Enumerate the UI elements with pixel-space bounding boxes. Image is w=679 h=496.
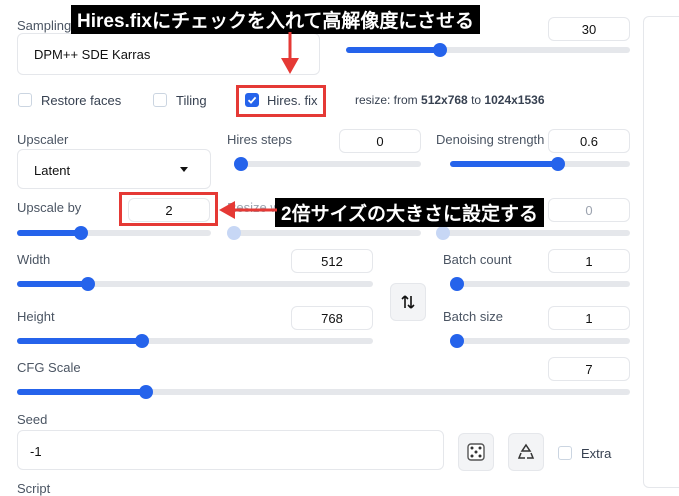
left-arrow-icon <box>219 201 277 219</box>
upscale-by-highlight-box <box>119 192 218 226</box>
resize-prefix: resize: from <box>355 93 422 107</box>
slider-handle[interactable] <box>74 226 89 240</box>
upscale-by-label: Upscale by <box>17 200 82 215</box>
slider-handle[interactable] <box>432 43 447 57</box>
extra-checkbox[interactable] <box>558 446 572 460</box>
tiling-label: Tiling <box>176 93 207 108</box>
sampling-method-value: DPM++ SDE Karras <box>34 47 151 62</box>
denoising-strength-input[interactable]: 0.6 <box>548 129 630 153</box>
sampling-steps-slider[interactable] <box>346 43 630 57</box>
hires-steps-input[interactable]: 0 <box>339 129 421 153</box>
resize-from: 512x768 <box>421 93 468 107</box>
slider-fill <box>346 47 440 53</box>
reuse-seed-button[interactable] <box>508 433 544 471</box>
swap-dimensions-button[interactable] <box>390 283 426 321</box>
slider-handle[interactable] <box>134 334 149 348</box>
height-slider[interactable] <box>17 334 373 348</box>
tiling-checkbox[interactable] <box>153 93 167 107</box>
swap-arrows-icon <box>401 295 415 309</box>
slider-handle[interactable] <box>227 226 241 240</box>
extra-label: Extra <box>581 446 612 461</box>
denoising-strength-slider[interactable] <box>450 157 630 171</box>
hires-steps-slider[interactable] <box>234 157 421 171</box>
cfg-scale-label: CFG Scale <box>17 360 81 375</box>
hires-fix-annotation: Hires.fixにチェックを入れて高解像度にさせる <box>71 5 481 34</box>
slider-fill <box>17 389 146 395</box>
slider-handle[interactable] <box>81 277 96 291</box>
restore-faces-label: Restore faces <box>41 93 122 108</box>
slider-handle[interactable] <box>436 226 450 240</box>
batch-count-label: Batch count <box>443 252 512 267</box>
seed-label: Seed <box>17 412 48 427</box>
dropdown-arrow-icon <box>180 167 188 172</box>
upscale-annotation: 2倍サイズの大きさに設定する <box>275 198 544 227</box>
slider-handle[interactable] <box>138 385 153 399</box>
denoising-strength-label: Denoising strength <box>436 132 545 147</box>
recycle-icon <box>517 443 535 459</box>
sampling-method-select[interactable]: DPM++ SDE Karras <box>17 33 320 75</box>
batch-size-input[interactable]: 1 <box>548 306 630 330</box>
cfg-scale-slider[interactable] <box>17 385 630 399</box>
restore-faces-checkbox[interactable] <box>18 93 32 107</box>
upscaler-select[interactable]: Latent <box>17 149 211 189</box>
sampling-label: Sampling <box>17 18 72 33</box>
slider-handle[interactable] <box>450 334 464 348</box>
batch-size-slider[interactable] <box>450 334 630 348</box>
down-arrow-icon <box>281 32 299 74</box>
slider-handle[interactable] <box>234 157 248 171</box>
width-label: Width <box>17 252 51 267</box>
hires-fix-highlight-box <box>236 85 326 117</box>
cfg-scale-input[interactable]: 7 <box>548 357 630 381</box>
output-panel <box>643 16 679 488</box>
sampling-steps-input[interactable]: 30 <box>548 17 630 41</box>
resize-mid: to <box>467 93 485 107</box>
upscaler-label: Upscaler <box>17 132 69 147</box>
batch-size-label: Batch size <box>443 309 503 324</box>
batch-count-slider[interactable] <box>450 277 630 291</box>
slider-handle[interactable] <box>450 277 464 291</box>
resize-info: resize: from 512x768 to 1024x1536 <box>355 93 545 107</box>
slider-handle[interactable] <box>551 157 565 171</box>
slider-fill <box>17 281 89 287</box>
resize-height-input[interactable]: 0 <box>548 198 630 222</box>
slider-fill <box>450 161 558 167</box>
height-input[interactable]: 768 <box>291 306 373 330</box>
dice-icon <box>467 443 485 461</box>
height-label: Height <box>17 309 55 324</box>
slider-fill <box>17 230 82 236</box>
seed-value: -1 <box>30 444 42 459</box>
seed-input[interactable]: -1 <box>17 430 444 470</box>
resize-width-slider[interactable] <box>227 226 421 240</box>
upscaler-value: Latent <box>34 163 71 178</box>
script-label: Script <box>17 481 51 496</box>
upscale-by-slider[interactable] <box>17 226 211 240</box>
slider-fill <box>17 338 142 344</box>
hires-steps-label: Hires steps <box>227 132 293 147</box>
batch-count-input[interactable]: 1 <box>548 249 630 273</box>
resize-height-slider[interactable] <box>436 226 630 240</box>
width-input[interactable]: 512 <box>291 249 373 273</box>
resize-to: 1024x1536 <box>484 93 545 107</box>
width-slider[interactable] <box>17 277 373 291</box>
random-seed-button[interactable] <box>458 433 494 471</box>
